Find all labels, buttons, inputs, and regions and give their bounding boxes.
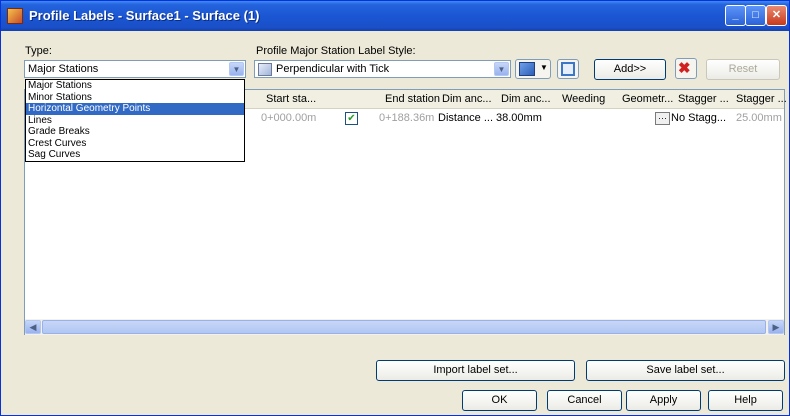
apply-button[interactable]: Apply bbox=[626, 390, 701, 411]
help-button[interactable]: Help bbox=[708, 390, 783, 411]
start-station-cell[interactable]: 0+000.00m bbox=[261, 112, 316, 124]
chevron-down-icon[interactable]: ▼ bbox=[494, 62, 509, 76]
visibility-checkbox[interactable]: ✔ bbox=[345, 112, 358, 125]
cancel-button[interactable]: Cancel bbox=[547, 390, 622, 411]
scroll-right-icon[interactable]: ▶ bbox=[768, 320, 784, 334]
style-label: Profile Major Station Label Style: bbox=[256, 45, 416, 57]
maximize-button[interactable]: □ bbox=[745, 5, 766, 26]
window-title: Profile Labels - Surface1 - Surface (1) bbox=[29, 8, 260, 23]
column-dim-anchor-option[interactable]: Dim anc... bbox=[442, 93, 492, 105]
type-label: Type: bbox=[25, 45, 52, 57]
import-label-set-button[interactable]: Import label set... bbox=[376, 360, 575, 381]
chevron-down-icon[interactable]: ▼ bbox=[229, 62, 244, 76]
browse-icon bbox=[561, 62, 575, 76]
type-selected-value: Major Stations bbox=[28, 63, 99, 75]
horizontal-scrollbar[interactable]: ◀ ▶ bbox=[25, 319, 784, 335]
profile-labels-window: Profile Labels - Surface1 - Surface (1) … bbox=[0, 0, 790, 416]
add-button[interactable]: Add>> bbox=[594, 59, 666, 80]
column-start-station[interactable]: Start sta... bbox=[266, 93, 316, 105]
type-dropdown[interactable]: Major Stations ▼ bbox=[24, 60, 246, 78]
close-button[interactable]: ✕ bbox=[766, 5, 787, 26]
list-item[interactable]: Grade Breaks bbox=[26, 126, 244, 138]
save-label-set-button[interactable]: Save label set... bbox=[586, 360, 785, 381]
list-item[interactable]: Horizontal Geometry Points bbox=[26, 103, 244, 115]
dim-anchor-option-cell[interactable]: Distance ... bbox=[438, 112, 493, 124]
scrollbar-thumb[interactable] bbox=[42, 320, 766, 334]
app-icon bbox=[7, 8, 23, 24]
delete-button[interactable]: ✖ bbox=[675, 58, 697, 79]
column-stagger-labels[interactable]: Stagger ... bbox=[678, 93, 729, 105]
style-dropdown[interactable]: Perpendicular with Tick ▼ bbox=[254, 60, 511, 78]
delete-icon: ✖ bbox=[678, 60, 691, 77]
title-bar[interactable]: Profile Labels - Surface1 - Surface (1) … bbox=[1, 1, 789, 31]
column-weeding[interactable]: Weeding bbox=[562, 93, 605, 105]
list-item[interactable]: Major Stations bbox=[26, 80, 244, 92]
list-item[interactable]: Lines bbox=[26, 115, 244, 127]
edit-style-button[interactable]: ▼ bbox=[515, 59, 551, 79]
chevron-down-icon: ▼ bbox=[540, 63, 548, 72]
stagger-labels-cell[interactable]: No Stagg... bbox=[671, 112, 726, 124]
column-geometry[interactable]: Geometr... bbox=[622, 93, 673, 105]
minimize-button[interactable]: _ bbox=[725, 5, 746, 26]
edit-style-icon bbox=[519, 62, 535, 76]
column-stagger-height[interactable]: Stagger ... bbox=[736, 93, 787, 105]
scroll-left-icon[interactable]: ◀ bbox=[25, 320, 41, 334]
reset-button[interactable]: Reset bbox=[706, 59, 780, 80]
type-dropdown-list[interactable]: Major Stations Minor Stations Horizontal… bbox=[25, 79, 245, 162]
end-station-cell[interactable]: 0+188.36m bbox=[379, 112, 434, 124]
list-item[interactable]: Sag Curves bbox=[26, 149, 244, 161]
style-selected-value: Perpendicular with Tick bbox=[276, 63, 390, 75]
style-icon bbox=[258, 63, 272, 76]
geometry-ellipsis-button[interactable]: ··· bbox=[655, 112, 670, 125]
list-item[interactable]: Crest Curves bbox=[26, 138, 244, 150]
column-end-station[interactable]: End station bbox=[385, 93, 440, 105]
dim-anchor-value-cell[interactable]: 38.00mm bbox=[496, 112, 542, 124]
browse-style-button[interactable] bbox=[557, 59, 579, 79]
stagger-height-cell[interactable]: 25.00mm bbox=[736, 112, 782, 124]
list-item[interactable]: Minor Stations bbox=[26, 92, 244, 104]
column-dim-anchor-value[interactable]: Dim anc... bbox=[501, 93, 551, 105]
ok-button[interactable]: OK bbox=[462, 390, 537, 411]
